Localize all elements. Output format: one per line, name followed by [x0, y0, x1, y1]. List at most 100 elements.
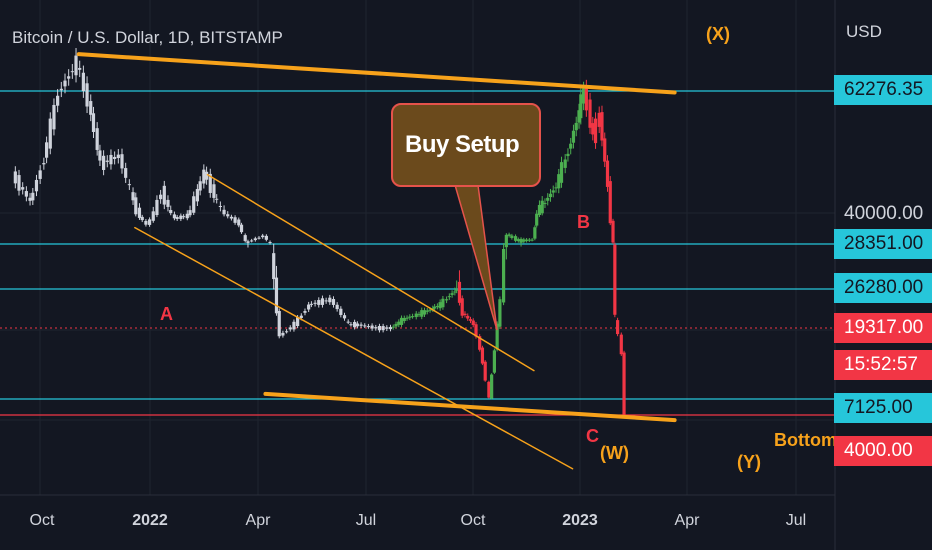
currency-label: USD — [846, 22, 882, 41]
history-candle-87 — [317, 300, 321, 305]
history-candle-40 — [155, 199, 159, 216]
projection-down-1-candle-0 — [457, 281, 462, 303]
projection-up-1-candle-21 — [450, 293, 454, 295]
history-candle-70 — [257, 237, 261, 239]
projection-down-2-candle-7 — [605, 160, 610, 187]
projection-up-2-candle-12 — [524, 239, 529, 241]
history-candle-10 — [48, 118, 52, 149]
history-candle-73 — [268, 242, 272, 244]
history-candle-41 — [159, 194, 163, 200]
history-candle-2 — [21, 187, 25, 190]
history-candle-55 — [204, 171, 209, 180]
projection-up-2-candle-25 — [559, 162, 564, 183]
projection-down-2-candle-3 — [593, 118, 598, 144]
history-candle-106 — [385, 327, 389, 329]
history-candle-17 — [74, 55, 78, 76]
history-candle-100 — [363, 325, 367, 327]
history-candle-46 — [175, 217, 179, 219]
history-candle-20 — [85, 83, 89, 107]
projection-up-1-candle-20 — [447, 296, 451, 298]
x-tick-0: Oct — [30, 512, 55, 529]
projection-up-2-candle-32 — [579, 94, 583, 119]
price-label-4000: 4000.00 — [834, 436, 932, 466]
projection-down-2-candle-13 — [622, 352, 626, 416]
history-candle-43 — [166, 199, 170, 207]
history-candle-4 — [28, 197, 32, 201]
projection-up-2-candle-4 — [501, 249, 506, 303]
projection-up-2-candle-28 — [569, 143, 573, 149]
projection-up-1-candle-17 — [438, 302, 442, 309]
history-candle-15 — [67, 76, 71, 79]
projection-down-2-candle-11 — [616, 320, 620, 335]
history-candle-11 — [52, 104, 56, 130]
history-candle-35 — [137, 207, 142, 218]
projection-up-2-candle-23 — [554, 187, 558, 189]
history-candle-86 — [313, 302, 317, 304]
projection-up-2-candle-33 — [581, 88, 586, 104]
projection-up-2-candle-26 — [563, 159, 567, 168]
history-candle-99 — [359, 324, 363, 326]
projection-down-2-candle-12 — [619, 334, 623, 355]
projection-down-1-candle-10 — [487, 381, 491, 398]
projection-up-1-candle-2 — [397, 321, 401, 325]
history-candle-92 — [335, 304, 339, 310]
history-candle-14 — [63, 80, 67, 87]
history-candle-47 — [179, 215, 183, 220]
history-candle-50 — [188, 210, 192, 216]
history-candle-65 — [239, 224, 244, 233]
history-candle-37 — [144, 220, 148, 225]
x-tick-5: 2023 — [562, 512, 598, 529]
history-candle-83 — [303, 311, 307, 313]
history-candle-96 — [349, 324, 353, 326]
history-candle-33 — [131, 192, 135, 201]
x-tick-7: Jul — [786, 512, 806, 529]
projection-up-2-candle-13 — [527, 239, 531, 241]
history-candle-82 — [299, 315, 303, 318]
projection-up-1-candle-23 — [455, 289, 459, 291]
history-candle-34 — [134, 197, 138, 215]
projection-up-1-candle-9 — [417, 314, 421, 316]
projection-down-2-candle-0 — [584, 86, 588, 111]
history-candle-24 — [98, 150, 102, 161]
projection-up-2-candle-9 — [516, 239, 520, 242]
projection-up-2-candle-16 — [535, 213, 539, 226]
history-candle-38 — [147, 219, 152, 225]
history-candle-53 — [198, 181, 202, 191]
history-candle-12 — [56, 95, 60, 106]
projection-up-1-candle-10 — [420, 310, 424, 317]
price-label-28351: 28351.00 — [834, 229, 932, 259]
history-candle-93 — [339, 308, 343, 315]
history-candle-23 — [95, 128, 99, 150]
history-candle-71 — [261, 235, 265, 238]
history-candle-88 — [320, 298, 325, 305]
history-candle-51 — [192, 196, 196, 213]
projection-up-1-candle-6 — [408, 316, 412, 318]
projection-up-2-candle-20 — [546, 197, 550, 201]
projection-up-1-candle-8 — [414, 313, 418, 318]
projection-up-2-candle-1 — [492, 350, 496, 373]
history-candle-58 — [215, 198, 219, 200]
history-candle-84 — [307, 304, 311, 310]
chart-title: Bitcoin / U.S. Dollar, 1D, BITSTAMP — [12, 28, 283, 47]
projection-up-2-candle-15 — [533, 227, 537, 239]
history-candle-7 — [38, 170, 42, 179]
projection-up-2-candle-17 — [537, 204, 542, 216]
price-chart[interactable]: Oct 2022 Apr Jul Oct 2023 Apr Jul — [0, 0, 932, 550]
history-candle-77 — [281, 332, 285, 336]
history-candle-63 — [233, 217, 237, 223]
history-candle-98 — [355, 323, 359, 327]
projection-up-2-candle-6 — [507, 234, 511, 236]
history-candle-61 — [226, 214, 230, 217]
projection-down-1-candle-3 — [466, 315, 470, 319]
countdown-label: 15:52:57 — [834, 350, 932, 380]
history-candle-78 — [284, 331, 289, 333]
wave-label-c: C — [586, 426, 599, 446]
x-tick-6: Apr — [675, 512, 701, 529]
history-candle-74 — [272, 253, 276, 280]
projection-up-1-candle-11 — [422, 310, 427, 315]
projection-up-2-candle-19 — [543, 202, 547, 204]
history-candle-72 — [264, 235, 268, 240]
chart-background — [0, 0, 932, 550]
projection-down-1-candle-1 — [460, 298, 464, 316]
price-label-19317: 19317.00 — [834, 313, 932, 343]
